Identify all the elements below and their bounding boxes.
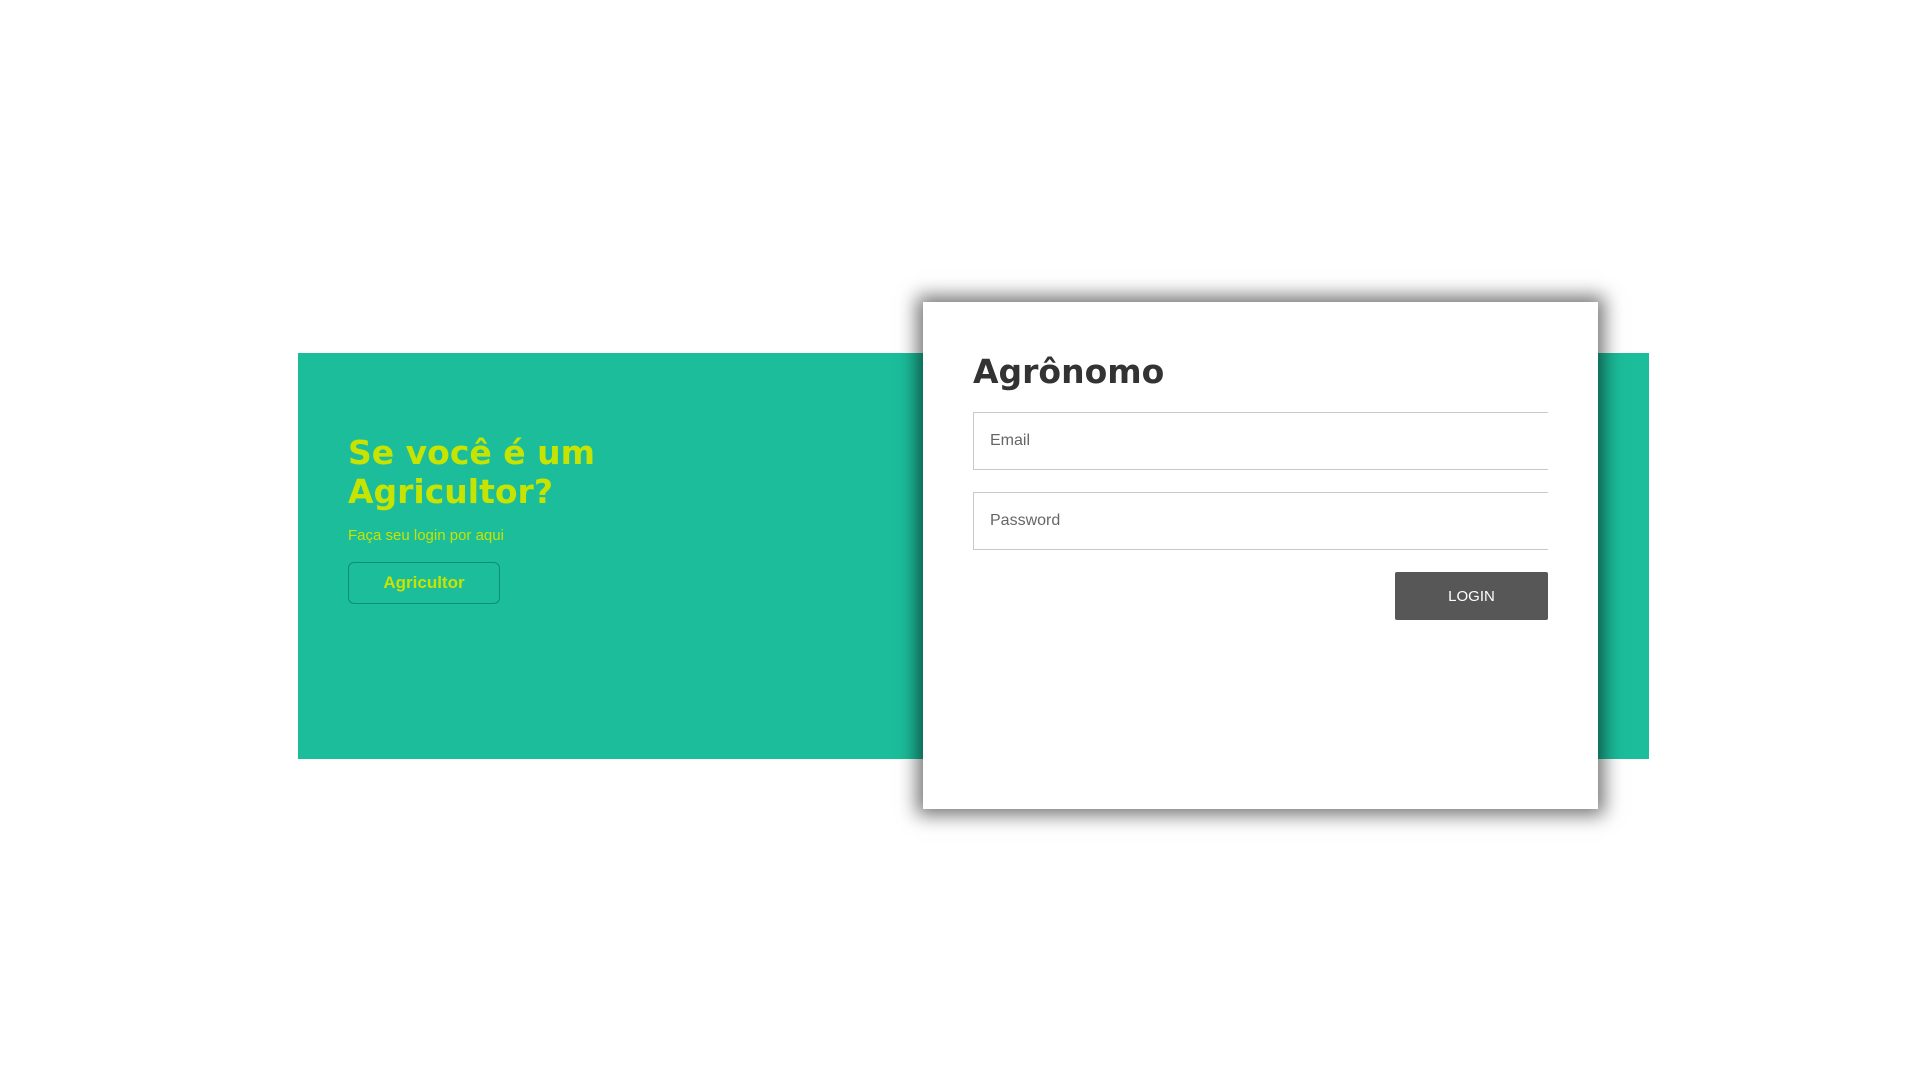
farmer-login-button[interactable]: Agricultor [348,562,500,604]
email-field[interactable] [973,412,1548,470]
login-button[interactable]: LOGIN [1395,572,1548,620]
farmer-section: Se você é um Agricultor? Faça seu login … [348,433,668,604]
login-page: Se você é um Agricultor? Faça seu login … [0,0,1920,1080]
farmer-heading: Se você é um Agricultor? [348,433,596,511]
farmer-subtitle: Faça seu login por aqui [348,527,504,544]
password-field[interactable] [973,492,1548,550]
agronomist-login-card: Agrônomo LOGIN [923,302,1598,809]
card-title: Agrônomo [973,352,1165,391]
